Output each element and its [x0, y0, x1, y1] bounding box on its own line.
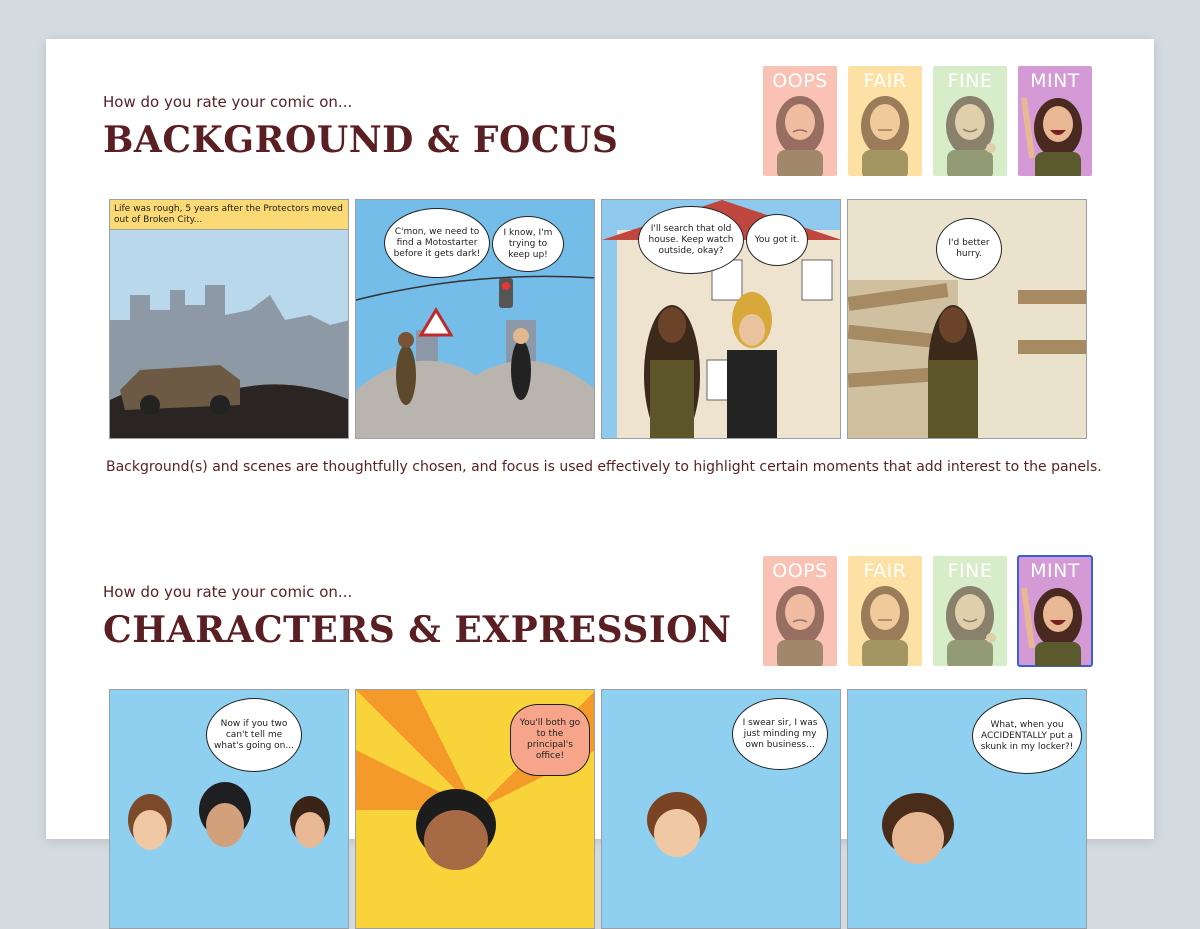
comic-strip: Now if you two can't tell me what's goin…: [109, 689, 1087, 929]
speech-bubble: Now if you two can't tell me what's goin…: [206, 698, 302, 772]
thought-bubble: I'd better hurry.: [936, 218, 1002, 280]
comic-panel: You'll both go to the principal's office…: [355, 689, 595, 929]
section-kicker: How do you rate your comic on...: [103, 93, 353, 111]
ruined-city-scene: [110, 200, 348, 438]
rating-fine-button[interactable]: FINE: [933, 556, 1007, 666]
cheering-avatar-icon: [1021, 97, 1082, 176]
rating-mint-button[interactable]: MINT: [1018, 66, 1092, 176]
speech-bubble: What, when you ACCIDENTALLY put a skunk …: [972, 698, 1082, 774]
narration-caption: Life was rough, 5 years after the Protec…: [110, 200, 348, 230]
neutral-avatar-icon: [861, 586, 909, 666]
rating-options: OOPS FAIR FINE MINT: [763, 555, 1093, 667]
neutral-avatar-icon: [861, 96, 909, 176]
comic-strip: Life was rough, 5 years after the Protec…: [109, 199, 1087, 439]
shout-bubble: You'll both go to the principal's office…: [510, 704, 590, 776]
section-title: CHARACTERS & EXPRESSION: [103, 609, 732, 651]
rating-fair-button[interactable]: FAIR: [848, 66, 922, 176]
thumbs-up-avatar-icon: [946, 96, 996, 176]
comic-panel: I'll search that old house. Keep watch o…: [601, 199, 841, 439]
rating-mint-button[interactable]: MINT: [1017, 555, 1093, 667]
thumbs-up-avatar-icon: [946, 586, 996, 666]
rating-oops-button[interactable]: OOPS: [763, 66, 837, 176]
rating-options: OOPS FAIR FINE MINT: [763, 66, 1092, 176]
criteria-description: Background(s) and scenes are thoughtfull…: [106, 459, 1102, 475]
rating-oops-button[interactable]: OOPS: [763, 556, 837, 666]
section-kicker: How do you rate your comic on...: [103, 583, 353, 601]
comic-panel: C'mon, we need to find a Motostarter bef…: [355, 199, 595, 439]
rating-fine-button[interactable]: FINE: [933, 66, 1007, 176]
comic-panel: I swear sir, I was just minding my own b…: [601, 689, 841, 929]
speech-bubble: C'mon, we need to find a Motostarter bef…: [384, 208, 490, 278]
comic-panel: Now if you two can't tell me what's goin…: [109, 689, 349, 929]
rubric-sheet: How do you rate your comic on... BACKGRO…: [46, 39, 1154, 929]
speech-bubble: I'll search that old house. Keep watch o…: [638, 206, 744, 274]
speech-bubble: I know, I'm trying to keep up!: [492, 216, 564, 272]
comic-panel: I'd better hurry.: [847, 199, 1087, 439]
sad-avatar-icon: [776, 586, 824, 666]
speech-bubble: I swear sir, I was just minding my own b…: [732, 698, 828, 770]
rating-fair-button[interactable]: FAIR: [848, 556, 922, 666]
speech-bubble: You got it.: [746, 214, 808, 266]
comic-panel: Life was rough, 5 years after the Protec…: [109, 199, 349, 439]
comic-panel: What, when you ACCIDENTALLY put a skunk …: [847, 689, 1087, 929]
section-title: BACKGROUND & FOCUS: [103, 119, 619, 161]
cheering-avatar-icon: [1021, 587, 1082, 666]
sad-avatar-icon: [776, 96, 824, 176]
